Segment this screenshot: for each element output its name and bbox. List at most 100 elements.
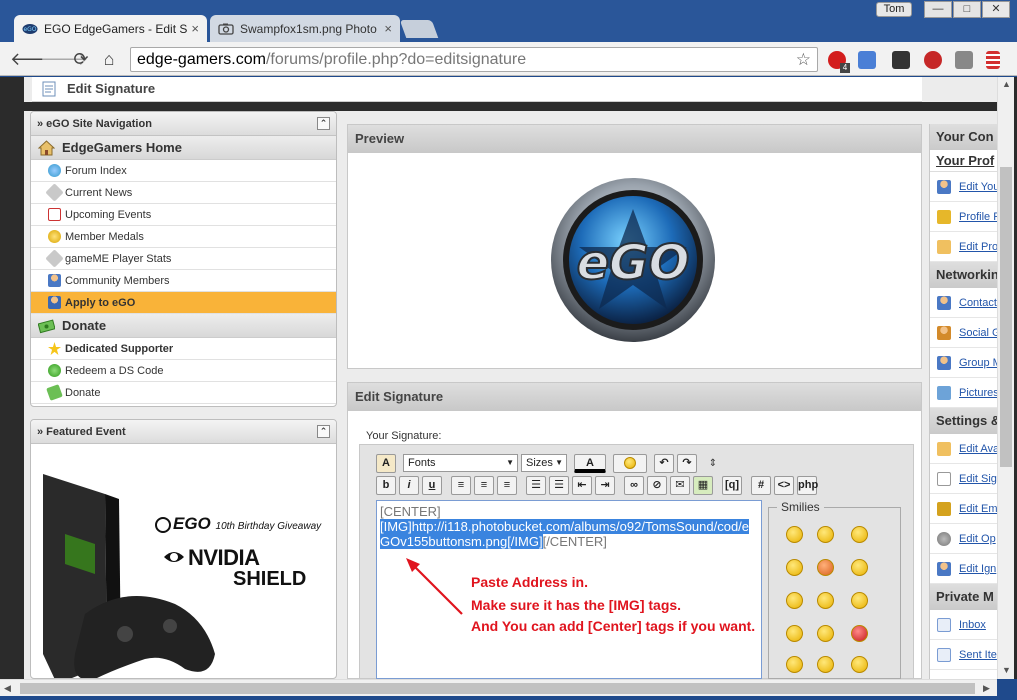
smiley-cry-icon[interactable] — [851, 592, 868, 609]
forward-button[interactable]: 🡒 — [40, 48, 88, 70]
tab-close-icon[interactable]: × — [384, 21, 392, 36]
horizontal-scrollbar[interactable]: ◀ ▶ — [0, 679, 997, 696]
smiley-sign-icon[interactable] — [851, 656, 868, 673]
hash-button[interactable]: # — [751, 475, 771, 495]
insert-image-icon[interactable]: ▦ — [693, 475, 713, 495]
scroll-down-icon[interactable]: ▼ — [1002, 665, 1011, 675]
underline-button[interactable]: u — [422, 475, 442, 495]
nav-item-donate[interactable]: Donate — [31, 382, 336, 404]
usercp-link[interactable]: Sent Ite — [930, 640, 997, 670]
section-edgegamers-home[interactable]: EdgeGamers Home — [31, 136, 336, 160]
smiley-grin-icon[interactable] — [786, 592, 803, 609]
new-tab-button[interactable] — [399, 20, 439, 38]
usercp-link[interactable]: Profile P — [930, 202, 997, 232]
smiley-rolleyes-icon[interactable] — [817, 625, 834, 642]
smiley-happy-icon[interactable] — [786, 559, 803, 576]
usercp-link[interactable]: Inbox — [930, 610, 997, 640]
align-left-icon[interactable]: ≡ — [451, 475, 471, 495]
size-select[interactable]: Sizes ▼ — [521, 454, 567, 472]
smilie-picker-button[interactable] — [613, 453, 647, 473]
font-select[interactable]: Fonts ▼ — [403, 454, 518, 472]
outdent-icon[interactable]: ⇤ — [572, 475, 592, 495]
smiley-surprised-icon[interactable] — [851, 526, 868, 543]
smiley-cool-icon[interactable] — [817, 656, 834, 673]
nav-item-upcoming-events[interactable]: Upcoming Events — [31, 204, 336, 226]
link-icon[interactable]: ∞ — [624, 475, 644, 495]
home-button[interactable]: ⌂ — [98, 48, 120, 70]
resize-icon[interactable]: ⇕ — [706, 458, 720, 469]
close-window-button[interactable]: ✕ — [982, 1, 1010, 18]
undo-icon[interactable]: ↶ — [654, 453, 674, 473]
usercp-link[interactable]: Edit You — [930, 172, 997, 202]
scroll-left-icon[interactable]: ◀ — [4, 683, 11, 694]
bookmark-star-icon[interactable]: ☆ — [796, 48, 811, 71]
address-bar[interactable]: edge-gamers.com/forums/profile.php?do=ed… — [130, 47, 818, 72]
indent-icon[interactable]: ⇥ — [595, 475, 615, 495]
reload-button[interactable]: ⟳ — [70, 48, 92, 70]
redo-icon[interactable]: ↷ — [677, 453, 697, 473]
nav-item-apply-to-ego[interactable]: Apply to eGO — [31, 292, 336, 314]
featured-event-banner[interactable]: EGO 10th Birthday Giveaway NVIDIA SHIELD — [35, 454, 332, 678]
usercp-link[interactable]: Edit Pro — [930, 232, 997, 262]
italic-button[interactable]: i — [399, 475, 419, 495]
php-icon[interactable]: php — [797, 475, 818, 495]
scroll-right-icon[interactable]: ▶ — [983, 683, 990, 694]
usercp-link[interactable]: Edit Op — [930, 524, 997, 554]
usercp-link[interactable]: Social G — [930, 318, 997, 348]
robot-extension-icon[interactable] — [924, 51, 942, 69]
email-link-icon[interactable]: ✉ — [670, 475, 690, 495]
usercp-link[interactable]: Group M — [930, 348, 997, 378]
remove-format-icon[interactable]: A — [376, 453, 396, 473]
nav-item-gameme-stats[interactable]: gameME Player Stats — [31, 248, 336, 270]
unlink-icon[interactable]: ⊘ — [647, 475, 667, 495]
scroll-thumb[interactable] — [20, 683, 975, 694]
usercp-link[interactable]: Edit Ava — [930, 434, 997, 464]
nav-item-community-members[interactable]: Community Members — [31, 270, 336, 292]
more-extension-icon[interactable] — [892, 51, 910, 69]
nav-item-dedicated-supporter[interactable]: Dedicated Supporter — [31, 338, 336, 360]
usercp-your-profile[interactable]: Your Prof — [930, 150, 997, 172]
translate-extension-icon[interactable] — [858, 51, 876, 69]
size-select-label: Sizes — [526, 457, 553, 469]
usercp-link[interactable]: Edit Sig — [930, 464, 997, 494]
collapse-icon[interactable]: ⌃ — [317, 425, 330, 438]
collapse-icon[interactable]: ⌃ — [317, 117, 330, 130]
nav-item-redeem-ds-code[interactable]: Redeem a DS Code — [31, 360, 336, 382]
smiley-wink-icon[interactable] — [851, 559, 868, 576]
nav-item-current-news[interactable]: Current News — [31, 182, 336, 204]
smiley-tongue-icon[interactable] — [817, 559, 834, 576]
bold-button[interactable]: b — [376, 475, 396, 495]
align-right-icon[interactable]: ≡ — [497, 475, 517, 495]
smiley-mad-icon[interactable] — [786, 625, 803, 642]
ordered-list-icon[interactable]: ☰ — [526, 475, 546, 495]
tab-close-icon[interactable]: × — [191, 21, 199, 36]
usercp-link[interactable]: Edit Ign — [930, 554, 997, 584]
maximize-button[interactable]: □ — [953, 1, 981, 18]
code-button[interactable]: <> — [774, 475, 794, 495]
back-button[interactable]: 🡐 — [10, 48, 58, 70]
smiley-smile-icon[interactable] — [786, 526, 803, 543]
text-color-button[interactable]: A — [574, 453, 606, 473]
nav-item-forum-index[interactable]: Forum Index — [31, 160, 336, 182]
scroll-up-icon[interactable]: ▲ — [1002, 79, 1011, 89]
profile-button[interactable]: Tom — [876, 2, 912, 17]
quote-button[interactable]: [q] — [722, 475, 742, 495]
section-donate[interactable]: Donate — [31, 314, 336, 338]
smiley-confused-icon[interactable] — [817, 592, 834, 609]
usercp-link[interactable]: Contact — [930, 288, 997, 318]
smiley-frown-icon[interactable] — [817, 526, 834, 543]
align-center-icon[interactable]: ≡ — [474, 475, 494, 495]
minimize-button[interactable]: — — [924, 1, 952, 18]
shield-extension-icon[interactable] — [955, 51, 973, 69]
usercp-link[interactable]: Edit Em — [930, 494, 997, 524]
tab-edgegamers[interactable]: eGO EGO EdgeGamers - Edit Si × — [14, 15, 207, 42]
menu-icon[interactable] — [986, 51, 1000, 69]
smiley-angry-icon[interactable] — [851, 625, 868, 642]
scroll-thumb[interactable] — [1000, 167, 1012, 467]
nav-item-member-medals[interactable]: Member Medals — [31, 226, 336, 248]
vertical-scrollbar[interactable]: ▲ ▼ — [997, 77, 1014, 679]
smiley-shock-icon[interactable] — [786, 656, 803, 673]
usercp-link[interactable]: Pictures — [930, 378, 997, 408]
tab-photobucket[interactable]: Swampfox1sm.png Photo × — [210, 15, 400, 42]
unordered-list-icon[interactable]: ☰ — [549, 475, 569, 495]
